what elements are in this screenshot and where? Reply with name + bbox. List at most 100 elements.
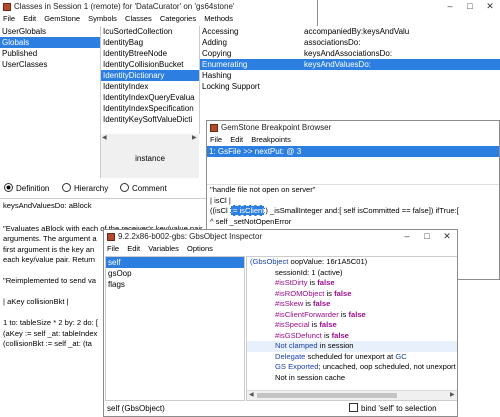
- dictionary-item[interactable]: UserGlobals: [0, 26, 100, 37]
- breakpoint-item[interactable]: 1: GsFile >> nextPut: @ 3: [207, 146, 499, 157]
- maximize-icon[interactable]: □: [417, 230, 437, 243]
- menu-classes[interactable]: Classes: [125, 14, 152, 23]
- detail-line: Delegate scheduled for unexport at GC: [275, 351, 407, 361]
- gemstone-app-icon: [3, 3, 11, 11]
- detail-line: Not clamped in session: [247, 341, 457, 352]
- close-icon[interactable]: ✕: [437, 230, 457, 243]
- inspector-footer: self (GbsObject) bind 'self' to selectio…: [105, 402, 457, 416]
- breakpoint-window-title: GemStone Breakpoint Browser: [221, 123, 332, 132]
- code-line: ((isCl := isClient) _isSmallInteger and:…: [210, 205, 459, 216]
- footer-label: self (GbsObject): [107, 404, 165, 413]
- classes-menubar-fill: [318, 13, 500, 26]
- category-item[interactable]: Hashing: [200, 70, 302, 81]
- breakpoint-menubar: File Edit Breakpoints: [207, 134, 499, 146]
- menu-categories[interactable]: Categories: [160, 14, 196, 23]
- menu-edit[interactable]: Edit: [127, 244, 140, 253]
- detail-line: Not in session cache: [275, 372, 346, 382]
- code-line: ^ self _setNotOpenError: [210, 216, 292, 226]
- dictionaries-list: UserGlobals Globals Published UserClasse…: [0, 26, 101, 178]
- classes-window-titlebar[interactable]: Classes in Session 1 (remote) for 'DataC…: [0, 0, 317, 13]
- code-line: "handle file not open on server": [210, 185, 316, 194]
- detail-line: (GbsObject oopValue: 16r1A5C01): [250, 257, 368, 266]
- close-icon[interactable]: ✕: [480, 0, 500, 13]
- scroll-right-icon[interactable]: ▶: [450, 391, 456, 400]
- classes-horizontal-scrollbar[interactable]: ◀ ▶: [101, 134, 199, 142]
- radio-unselected-icon: [62, 183, 71, 192]
- menu-options[interactable]: Options: [187, 244, 213, 253]
- method-item[interactable]: keysAndValuesDo:: [302, 59, 500, 70]
- menu-variables[interactable]: Variables: [148, 244, 179, 253]
- classes-menubar: File Edit GemStone Symbols Classes Categ…: [0, 13, 317, 25]
- scroll-left-icon[interactable]: ◀: [102, 134, 108, 142]
- maximize-icon[interactable]: □: [460, 0, 480, 13]
- scroll-right-icon[interactable]: ▶: [192, 134, 198, 142]
- menu-symbols[interactable]: Symbols: [88, 14, 117, 23]
- detail-horizontal-scrollbar[interactable]: ◀ ▶: [247, 390, 457, 400]
- class-item[interactable]: IcuSortedCollection: [101, 26, 199, 37]
- flag-line: #isSpecial is false: [275, 320, 337, 329]
- menu-edit[interactable]: Edit: [230, 135, 243, 144]
- flag-line: #isStDirty is false: [275, 278, 335, 287]
- instance-label[interactable]: instance: [135, 154, 165, 163]
- variable-item[interactable]: flags: [106, 279, 244, 290]
- inspector-window-titlebar[interactable]: 9.2.2x86-b002-gbs: GbsObject Inspector –…: [104, 230, 457, 243]
- class-item[interactable]: IdentityBtreeNode: [101, 48, 199, 59]
- gemstone-app-icon: [210, 124, 218, 132]
- category-item[interactable]: Copying: [200, 48, 302, 59]
- menu-breakpoints[interactable]: Breakpoints: [251, 135, 291, 144]
- scroll-left-icon[interactable]: ◀: [249, 391, 255, 400]
- breakpoint-list: 1: GsFile >> nextPut: @ 3: [207, 146, 499, 184]
- method-item[interactable]: associationsDo:: [302, 37, 500, 48]
- detail-line: GS Exported; uncached, oop scheduled, no…: [275, 362, 458, 371]
- inspector-window: 9.2.2x86-b002-gbs: GbsObject Inspector –…: [103, 229, 458, 417]
- dictionary-item[interactable]: UserClasses: [0, 59, 100, 70]
- minimize-icon[interactable]: –: [440, 0, 460, 13]
- breakpoint-window-titlebar[interactable]: GemStone Breakpoint Browser: [207, 121, 499, 134]
- menu-gemstone[interactable]: GemStone: [44, 14, 80, 23]
- dictionary-item[interactable]: Globals: [0, 37, 100, 48]
- category-item[interactable]: Locking Support: [200, 81, 302, 92]
- radio-selected-icon: [4, 183, 13, 192]
- class-item[interactable]: IdentityIndex: [101, 81, 199, 92]
- variables-list: self gsOop flags: [105, 256, 245, 401]
- methods-window-right: accompaniedBy:keysAndValu associationsDo…: [302, 26, 500, 120]
- menu-file[interactable]: File: [210, 135, 222, 144]
- variable-item[interactable]: self: [106, 257, 244, 268]
- class-item[interactable]: IdentityIndexSpecification: [101, 103, 199, 114]
- radio-comment[interactable]: Comment: [120, 182, 167, 195]
- menu-edit[interactable]: Edit: [23, 14, 36, 23]
- bind-self-checkbox[interactable]: bind 'self' to selection: [349, 402, 437, 416]
- minimize-icon[interactable]: –: [397, 230, 417, 243]
- classes-window-controls: – □ ✕: [440, 0, 500, 13]
- inspector-window-title: 9.2.2x86-b002-gbs: GbsObject Inspector: [118, 232, 263, 241]
- class-item[interactable]: IdentityIndexQueryEvalua: [101, 92, 199, 103]
- flag-line: #isSkew is false: [275, 299, 331, 308]
- category-item[interactable]: Adding: [200, 37, 302, 48]
- menu-file[interactable]: File: [107, 244, 119, 253]
- variable-item[interactable]: gsOop: [106, 268, 244, 279]
- code-highlight: := isClient: [229, 205, 266, 216]
- menu-methods[interactable]: Methods: [204, 14, 233, 23]
- method-item[interactable]: keysAndAssociationsDo:: [302, 48, 500, 59]
- radio-hierarchy[interactable]: Hierarchy: [62, 182, 108, 195]
- category-item[interactable]: Accessing: [200, 26, 302, 37]
- classes-window-title: Classes in Session 1 (remote) for 'DataC…: [14, 2, 235, 11]
- gemstone-app-icon: [107, 233, 115, 241]
- inspector-detail-pane[interactable]: (GbsObject oopValue: 16r1A5C01) sessionI…: [246, 256, 458, 401]
- flag-line: #isGSDefunct is false: [275, 330, 349, 340]
- scroll-thumb[interactable]: [257, 393, 397, 398]
- menu-file[interactable]: File: [3, 14, 15, 23]
- radio-unselected-icon: [120, 183, 129, 192]
- flag-line: #isROMObject is false: [275, 288, 352, 298]
- class-item[interactable]: IdentityDictionary: [101, 70, 199, 81]
- dictionary-item[interactable]: Published: [0, 48, 100, 59]
- class-item[interactable]: IdentityBag: [101, 37, 199, 48]
- view-mode-radios: Definition Hierarchy Comment: [2, 182, 222, 194]
- method-item[interactable]: accompaniedBy:keysAndValu: [302, 26, 500, 37]
- category-item[interactable]: Enumerating: [200, 59, 302, 70]
- class-item[interactable]: IdentityCollisionBucket: [101, 59, 199, 70]
- instance-class-toggle[interactable]: instance: [101, 142, 199, 178]
- checkbox-unchecked-icon: [349, 403, 358, 412]
- class-item[interactable]: IdentityKeySoftValueDicti: [101, 114, 199, 125]
- radio-definition[interactable]: Definition: [4, 182, 49, 195]
